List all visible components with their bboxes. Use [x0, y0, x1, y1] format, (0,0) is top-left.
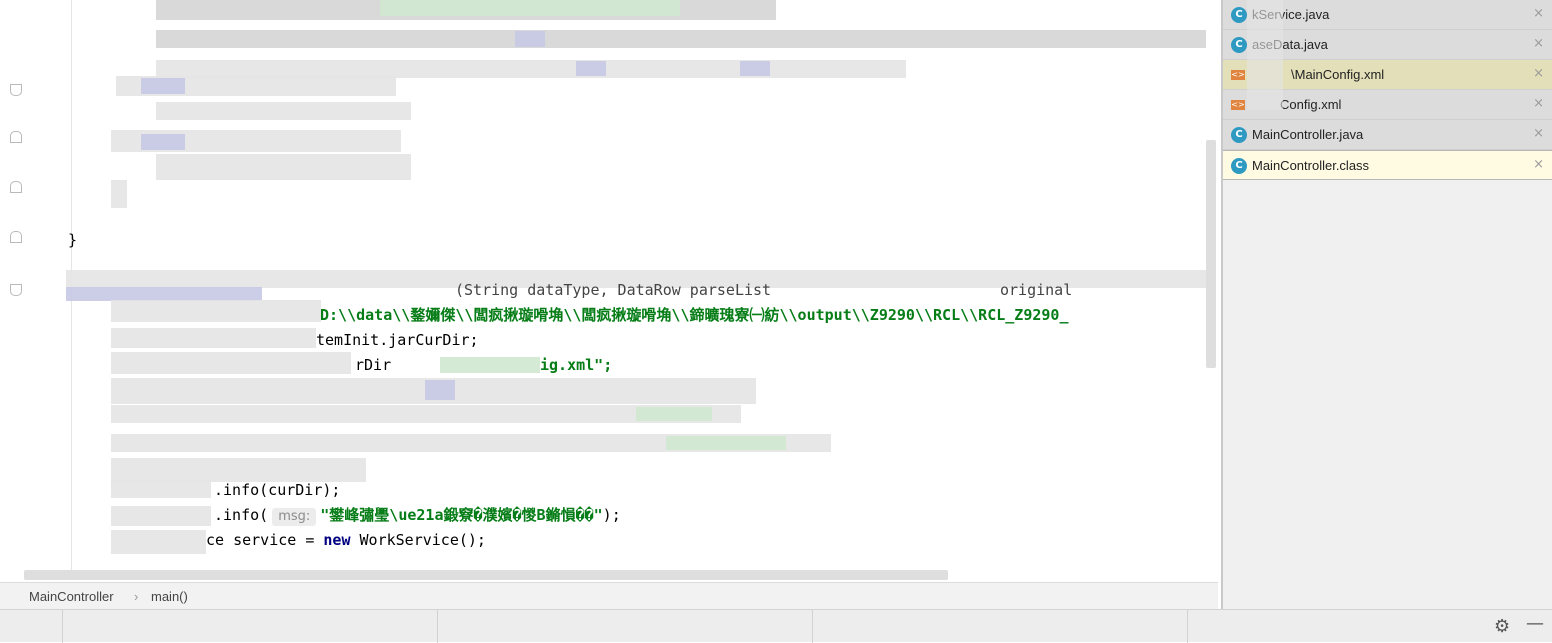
redacted-block [425, 380, 455, 400]
tab-label: MainController.class [1252, 158, 1370, 173]
tab-label: \MainConfig.xml [1291, 67, 1385, 82]
service-ctor: WorkService(); [350, 531, 486, 549]
java-class-icon: C [1231, 37, 1247, 53]
redacted-block [666, 436, 786, 450]
code-line-info-msg: .info(msg: "鐢峰彇璺\ue21a鍛竂�濮嬪�惾B鏅愪��"); [214, 505, 621, 526]
redacted-block [740, 61, 770, 76]
redacted-block [141, 134, 185, 150]
redacted-block [111, 300, 321, 322]
gear-icon[interactable]: ⚙ [1494, 616, 1510, 637]
status-divider [62, 610, 63, 643]
redacted-block [440, 357, 540, 373]
code-line-xml: ig.xml"; [540, 356, 613, 374]
code-line-path: D:\\data\\鍪嬭傑\\闆疯揪璇嗗埆\\闆疯揪璇嗗埆\\鍗曠瑰寮㈠紡\\o… [320, 305, 1068, 325]
code-line-info-curdir: .info(curDir); [214, 481, 341, 499]
redacted-block [111, 328, 316, 348]
path-body: 鍪嬭傑\\闆疯揪璇嗗埆\\闆疯揪璇嗗埆\\鍗曠瑰寮㈠紡\\output\\Z92… [410, 306, 1069, 324]
horizontal-scrollbar[interactable] [24, 570, 948, 580]
redacted-block [636, 407, 712, 421]
tab-label: Config.xml [1280, 97, 1342, 112]
redacted-block [156, 30, 1206, 48]
close-icon[interactable]: × [1533, 36, 1544, 51]
path-prefix: D:\\data\\ [320, 306, 411, 324]
editor-gutter [0, 0, 36, 582]
code-line-rdir: rDir [355, 356, 392, 374]
breadcrumb-class[interactable]: MainController [29, 589, 114, 604]
status-bar: ⚙ — [0, 609, 1552, 643]
parameter-hint: msg: [272, 508, 317, 526]
fold-marker-icon[interactable] [10, 84, 22, 96]
code-line-service: ce service = new WorkService(); [206, 530, 486, 550]
breadcrumb-method[interactable]: main() [151, 589, 188, 604]
close-icon[interactable]: × [1533, 157, 1544, 172]
code-line-jar: temInit.jarCurDir; [316, 331, 479, 349]
redacted-block [111, 458, 366, 482]
redacted-block [380, 0, 680, 16]
service-decl: ce service = [206, 531, 324, 549]
java-class-icon: C [1231, 158, 1247, 174]
xml-file-icon: <> [1231, 70, 1245, 80]
redacted-block [156, 102, 411, 120]
fold-marker-icon[interactable] [10, 284, 22, 296]
redacted-block [141, 78, 185, 94]
info-message-string: "鐢峰彇璺\ue21a鍛竂�濮嬪�惾B鏅愪��" [320, 506, 603, 524]
close-icon[interactable]: × [1533, 6, 1544, 21]
breadcrumb: MainController › main() [0, 582, 1218, 609]
code-line-signature: (String dataType, DataRow parseList [455, 281, 772, 299]
redacted-block [111, 506, 211, 526]
vertical-scrollbar[interactable] [1206, 140, 1216, 368]
redacted-block [515, 31, 545, 47]
tab-maincontroller-class[interactable]: C MainController.class × [1223, 150, 1552, 180]
redacted-block [111, 180, 127, 208]
close-icon[interactable]: × [1533, 126, 1544, 141]
panel-body [1223, 181, 1552, 609]
closing-brace: } [68, 231, 78, 249]
java-class-icon: C [1231, 127, 1247, 143]
info-call: .info( [214, 506, 269, 524]
redacted-block [66, 287, 262, 301]
new-keyword: new [323, 531, 351, 549]
status-divider [1187, 610, 1188, 643]
status-divider [437, 610, 438, 643]
java-class-icon: C [1231, 7, 1247, 23]
redacted-block [111, 530, 206, 554]
code-editor[interactable]: } (String dataType, DataRow parseList or… [0, 0, 1218, 582]
redacted-block [111, 480, 211, 498]
close-icon[interactable]: × [1533, 66, 1544, 81]
redacted-block [156, 154, 411, 180]
redacted-block [111, 352, 351, 374]
fold-marker-icon[interactable] [10, 131, 22, 143]
fold-marker-icon[interactable] [10, 231, 22, 243]
minimize-icon[interactable]: — [1526, 613, 1544, 634]
fold-marker-icon[interactable] [10, 181, 22, 193]
code-line-signature-end: original [1000, 281, 1073, 299]
close-icon[interactable]: × [1533, 96, 1544, 111]
xml-file-icon: <> [1231, 100, 1245, 110]
status-divider [812, 610, 813, 643]
recent-files-panel: C kService.java × C aseData.java × <> \M… [1221, 0, 1552, 609]
redacted-block [576, 61, 606, 76]
breadcrumb-separator: › [134, 589, 139, 604]
tab-maincontroller-java[interactable]: C MainController.java × [1223, 120, 1552, 150]
tab-label: MainController.java [1252, 127, 1364, 142]
redacted-block [1247, 0, 1283, 110]
info-call-end: ); [602, 506, 621, 524]
